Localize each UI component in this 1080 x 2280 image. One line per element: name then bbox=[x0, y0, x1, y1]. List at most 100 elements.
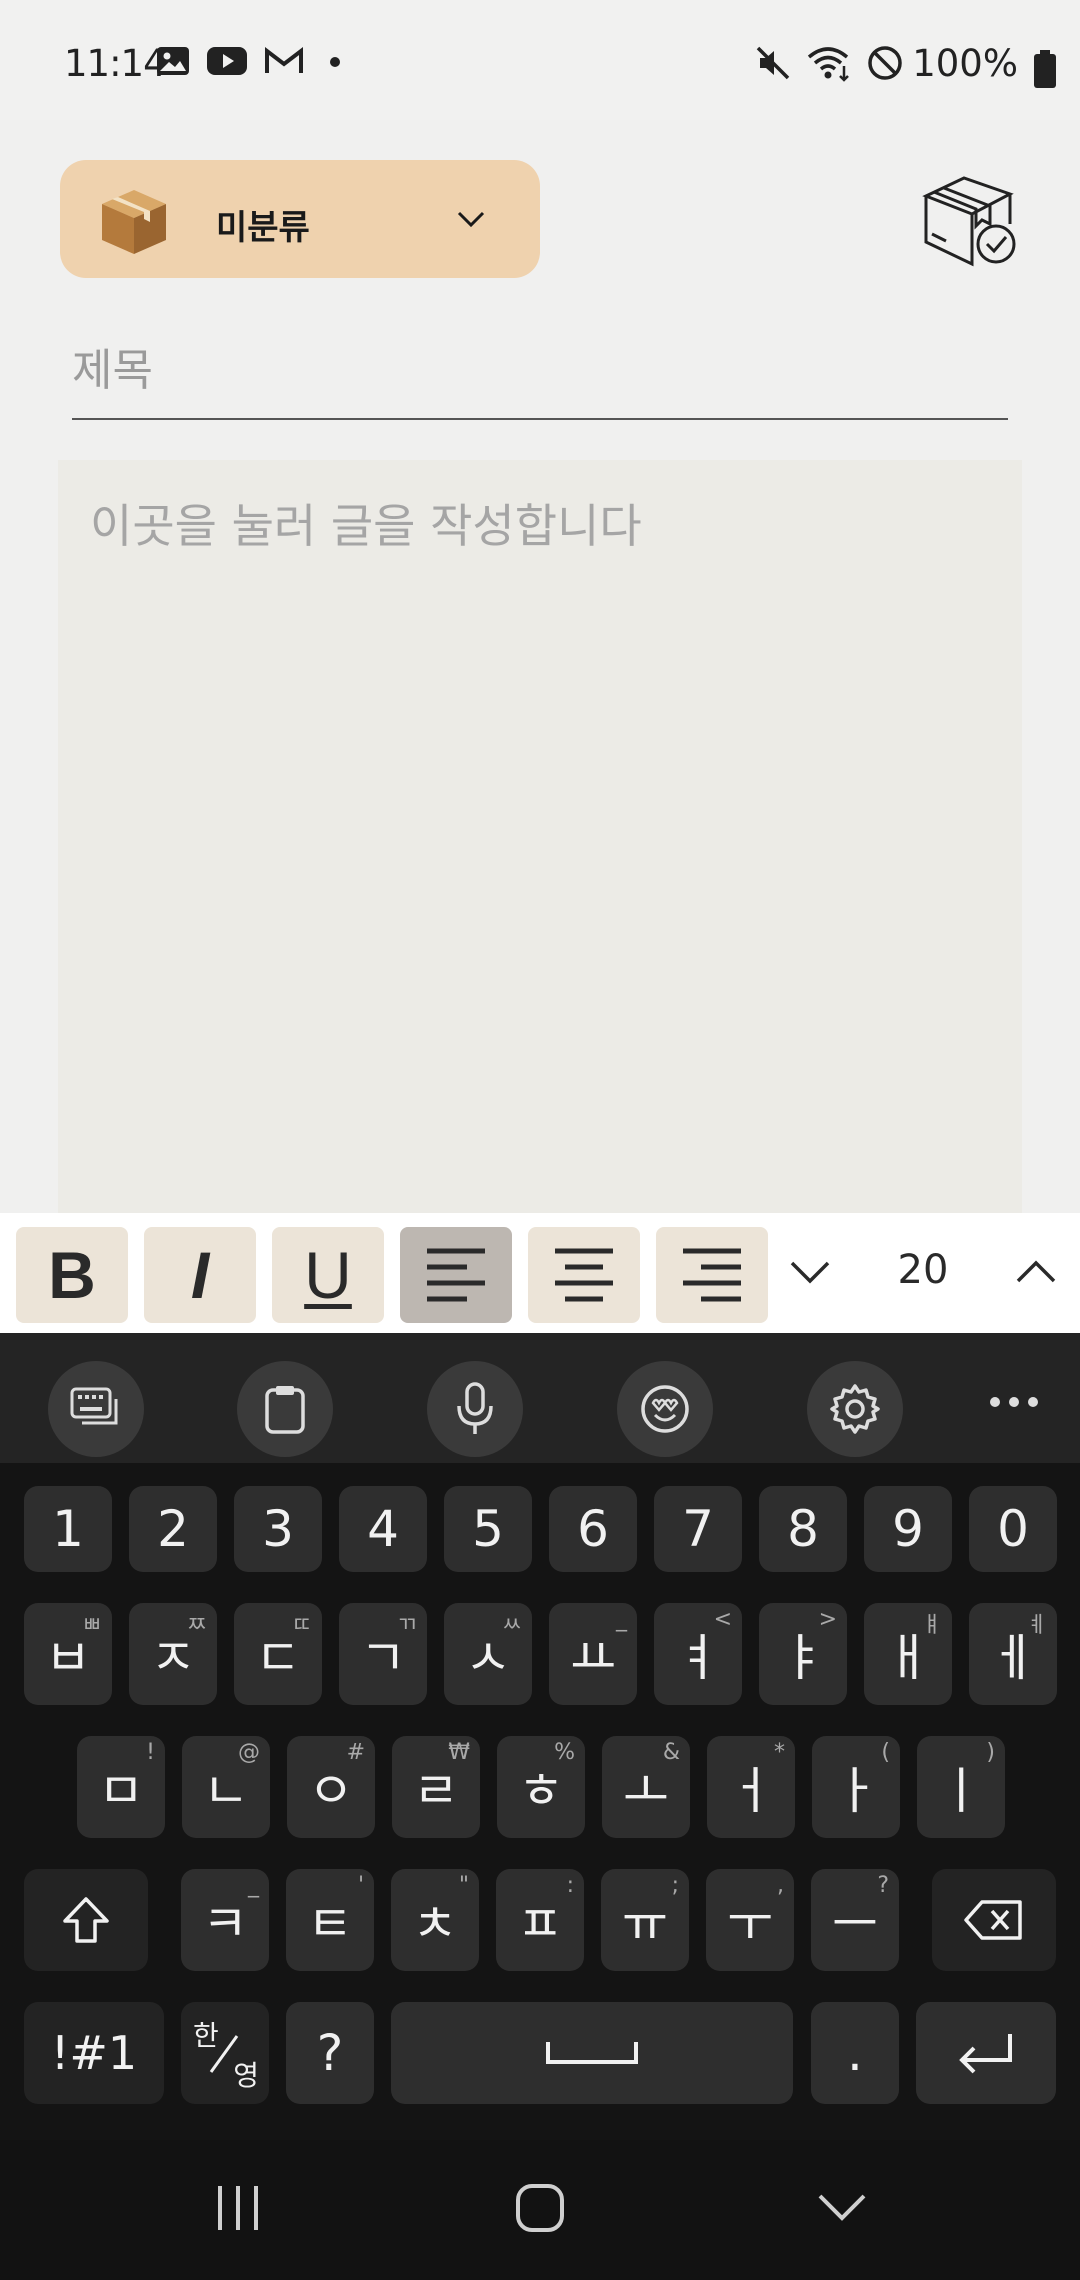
status-bar: 11:14 100% bbox=[0, 0, 1080, 120]
title-input[interactable] bbox=[72, 330, 1008, 410]
key-0[interactable]: 0 bbox=[969, 1486, 1057, 1572]
title-field[interactable] bbox=[72, 330, 1008, 420]
body-area[interactable] bbox=[58, 460, 1022, 1213]
keyboard: 1 2 3 4 5 6 7 8 9 0 ㅂㅃ ㅈㅉ ㄷㄸ ㄱㄲ ㅅㅆ ㅛ _ ㅕ <… bbox=[0, 1333, 1080, 2140]
key-8[interactable]: 8 bbox=[759, 1486, 847, 1572]
underline-button[interactable]: U bbox=[272, 1227, 384, 1323]
key-ieung[interactable]: ㅇ # bbox=[287, 1736, 375, 1838]
enter-key[interactable] bbox=[916, 2002, 1056, 2104]
system-icons bbox=[754, 44, 904, 82]
microphone-icon bbox=[457, 1382, 493, 1434]
symbols-key[interactable]: !#1 bbox=[24, 2002, 164, 2104]
chevron-down-icon bbox=[457, 211, 485, 228]
font-size-decrease-icon[interactable] bbox=[788, 1255, 832, 1289]
box-icon bbox=[102, 190, 166, 254]
key-yu[interactable]: ㅠ; bbox=[601, 1869, 689, 1971]
key-eo[interactable]: ㅓ * bbox=[707, 1736, 795, 1838]
font-size-increase-icon[interactable] bbox=[1014, 1255, 1058, 1289]
key-mieum[interactable]: ㅁ! bbox=[77, 1736, 165, 1838]
emoji-icon bbox=[641, 1385, 689, 1433]
shift-icon bbox=[63, 1897, 109, 1943]
archive-box-check-icon[interactable] bbox=[920, 172, 1018, 272]
align-right-icon bbox=[683, 1248, 741, 1302]
key-nieun[interactable]: ㄴ @ bbox=[182, 1736, 270, 1838]
key-1[interactable]: 1 bbox=[24, 1486, 112, 1572]
settings-icon bbox=[830, 1384, 880, 1434]
home-icon[interactable] bbox=[512, 2180, 568, 2236]
dot-icon bbox=[330, 57, 340, 67]
key-hieut[interactable]: ㅎ% bbox=[497, 1736, 585, 1838]
space-key[interactable] bbox=[391, 2002, 793, 2104]
align-left-icon bbox=[427, 1248, 485, 1302]
clipboard-icon bbox=[265, 1386, 305, 1434]
question-key[interactable]: ? bbox=[286, 2002, 374, 2104]
gmail-icon bbox=[265, 46, 303, 73]
key-5[interactable]: 5 bbox=[444, 1486, 532, 1572]
period-key[interactable]: . bbox=[811, 2002, 899, 2104]
recent-apps-icon[interactable] bbox=[212, 2180, 264, 2236]
keyboard-mode-icon bbox=[70, 1387, 118, 1425]
battery-icon bbox=[1034, 50, 1056, 88]
key-pieup[interactable]: ㅍ: bbox=[496, 1869, 584, 1971]
align-center-icon bbox=[555, 1248, 613, 1302]
key-tieut[interactable]: ㅌ ' bbox=[286, 1869, 374, 1971]
key-chieut[interactable]: ㅊ " bbox=[391, 1869, 479, 1971]
key-kieuk[interactable]: ㅋ _ bbox=[181, 1869, 269, 1971]
key-giyeok[interactable]: ㄱㄲ bbox=[339, 1603, 427, 1705]
align-right-button[interactable] bbox=[656, 1227, 768, 1323]
key-a[interactable]: ㅏ( bbox=[812, 1736, 900, 1838]
key-bieup[interactable]: ㅂㅃ bbox=[24, 1603, 112, 1705]
navigation-bar bbox=[0, 2140, 1080, 2280]
clipboard-button[interactable] bbox=[237, 1361, 333, 1457]
key-9[interactable]: 9 bbox=[864, 1486, 952, 1572]
hide-keyboard-icon[interactable] bbox=[814, 2180, 870, 2236]
space-icon bbox=[546, 2042, 638, 2064]
battery-percent: 100% bbox=[912, 42, 1018, 85]
key-digeut[interactable]: ㄷㄸ bbox=[234, 1603, 322, 1705]
key-3[interactable]: 3 bbox=[234, 1486, 322, 1572]
wifi-icon bbox=[807, 47, 849, 82]
key-7[interactable]: 7 bbox=[654, 1486, 742, 1572]
key-eu[interactable]: ㅡ? bbox=[811, 1869, 899, 1971]
key-2[interactable]: 2 bbox=[129, 1486, 217, 1572]
notification-icons bbox=[156, 46, 350, 76]
more-icon[interactable] bbox=[988, 1395, 1040, 1409]
youtube-icon bbox=[207, 47, 247, 75]
shift-key[interactable] bbox=[24, 1869, 148, 1971]
key-jieut[interactable]: ㅈㅉ bbox=[129, 1603, 217, 1705]
key-6[interactable]: 6 bbox=[549, 1486, 637, 1572]
mute-icon bbox=[756, 46, 790, 80]
key-ae[interactable]: ㅐㅒ bbox=[864, 1603, 952, 1705]
note-editor: 미분류 bbox=[0, 120, 1080, 1213]
format-toolbar: B I U 20 bbox=[0, 1213, 1080, 1333]
status-time: 11:14 bbox=[64, 42, 167, 85]
align-center-button[interactable] bbox=[528, 1227, 640, 1323]
emoji-button[interactable] bbox=[617, 1361, 713, 1457]
body-input[interactable] bbox=[58, 460, 1022, 1213]
italic-button[interactable]: I bbox=[144, 1227, 256, 1323]
enter-icon bbox=[959, 2034, 1012, 2074]
key-i[interactable]: ㅣ) bbox=[917, 1736, 1005, 1838]
block-icon bbox=[868, 46, 902, 80]
key-rieul[interactable]: ㄹ ₩ bbox=[392, 1736, 480, 1838]
key-o[interactable]: ㅗ & bbox=[602, 1736, 690, 1838]
key-ya[interactable]: ㅑ > bbox=[759, 1603, 847, 1705]
microphone-button[interactable] bbox=[427, 1361, 523, 1457]
language-key[interactable]: 한 영 bbox=[181, 2002, 269, 2104]
align-left-button[interactable] bbox=[400, 1227, 512, 1323]
font-size-value: 20 bbox=[897, 1247, 949, 1293]
settings-button[interactable] bbox=[807, 1361, 903, 1457]
gallery-icon bbox=[157, 47, 189, 75]
backspace-icon bbox=[964, 1900, 1022, 1940]
key-e[interactable]: ㅔㅖ bbox=[969, 1603, 1057, 1705]
category-dropdown[interactable]: 미분류 bbox=[60, 160, 540, 278]
category-label: 미분류 bbox=[216, 208, 310, 248]
key-u[interactable]: ㅜ, bbox=[706, 1869, 794, 1971]
key-yo[interactable]: ㅛ _ bbox=[549, 1603, 637, 1705]
keyboard-mode-button[interactable] bbox=[48, 1361, 144, 1457]
key-siot[interactable]: ㅅㅆ bbox=[444, 1603, 532, 1705]
key-yeo[interactable]: ㅕ < bbox=[654, 1603, 742, 1705]
key-4[interactable]: 4 bbox=[339, 1486, 427, 1572]
backspace-key[interactable] bbox=[932, 1869, 1056, 1971]
bold-button[interactable]: B bbox=[16, 1227, 128, 1323]
